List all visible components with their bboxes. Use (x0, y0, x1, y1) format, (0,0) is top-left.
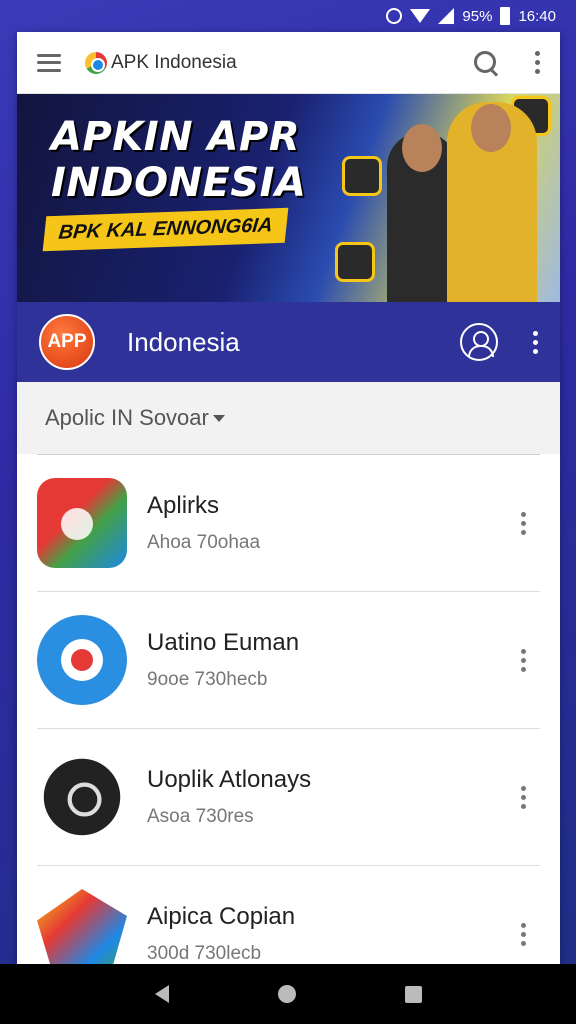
profile-icon[interactable] (460, 323, 498, 361)
app-icon (37, 615, 127, 705)
banner-subtitle: BPK KAL ENNONG6IA (42, 207, 289, 252)
more-options-icon[interactable] (520, 648, 526, 672)
section-title: Indonesia (127, 326, 240, 357)
list-item[interactable]: Uoplik Atlonays Asoa 730res (37, 728, 540, 865)
more-options-icon[interactable] (520, 785, 526, 809)
more-options-icon[interactable] (534, 51, 540, 74)
list-item[interactable]: Aipica Copian 300d 730lecb (37, 865, 540, 964)
clock: 16:40 (518, 7, 556, 25)
app-list: Aplirks Ahoa 70ohaa Uatino Euman 9ooe 73… (17, 454, 560, 964)
more-options-icon[interactable] (520, 511, 526, 535)
section-header: APP Indonesia (17, 302, 560, 382)
app-subtitle: Asoa 730res (147, 806, 254, 827)
app-icon (37, 478, 127, 568)
app-icon (37, 889, 127, 964)
banner-title-line2: INDONESIA (51, 160, 307, 206)
person-head (402, 124, 442, 172)
status-bar: 95% 16:40 (0, 0, 576, 32)
app-icon (43, 758, 121, 836)
app-logo-icon (85, 51, 107, 74)
battery-percent: 95% (462, 7, 493, 25)
speaker-icon (335, 242, 375, 282)
more-options-icon[interactable] (520, 922, 526, 946)
system-nav-bar (0, 964, 576, 1024)
category-dropdown[interactable]: Apolic IN Sovoar (17, 382, 560, 454)
menu-icon[interactable] (37, 53, 61, 72)
recents-icon[interactable] (404, 985, 422, 1003)
person-head (471, 104, 511, 152)
top-app-bar: APK Indonesia (17, 32, 560, 94)
search-icon[interactable] (472, 49, 500, 77)
list-item[interactable]: Aplirks Ahoa 70ohaa (37, 454, 540, 591)
app-subtitle: Ahoa 70ohaa (147, 532, 261, 553)
app-subtitle: 300d 730lecb (147, 943, 262, 964)
list-item[interactable]: Uatino Euman 9ooe 730hecb (37, 591, 540, 728)
app-name: Uoplik Atlonays (147, 766, 312, 793)
banner-title: APKIN APR INDONESIA (51, 114, 307, 206)
battery-icon (500, 7, 511, 25)
promo-banner[interactable]: APKIN APR INDONESIA BPK KAL ENNONG6IA (17, 94, 560, 302)
home-icon[interactable] (277, 985, 296, 1003)
app-name: Uatino Euman (147, 629, 300, 656)
app-name: Aipica Copian (147, 903, 296, 930)
app-subtitle: 9ooe 730hecb (147, 669, 268, 690)
wifi-icon (410, 9, 431, 23)
app-badge[interactable]: APP (39, 314, 95, 370)
dropdown-label: Apolic IN Sovoar (45, 405, 209, 430)
alarm-icon (386, 8, 403, 24)
banner-illustration (377, 94, 560, 302)
chevron-down-icon (212, 414, 225, 422)
banner-title-line1: APKIN APR (51, 114, 301, 160)
app-card: APK Indonesia APKIN APR INDONESIA BPK KA… (17, 32, 560, 964)
signal-icon (438, 8, 455, 24)
app-name: Aplirks (147, 492, 220, 519)
more-options-icon[interactable] (532, 330, 538, 354)
app-title: APK Indonesia (111, 51, 237, 73)
back-icon[interactable] (154, 985, 169, 1003)
speaker-icon (342, 156, 382, 196)
